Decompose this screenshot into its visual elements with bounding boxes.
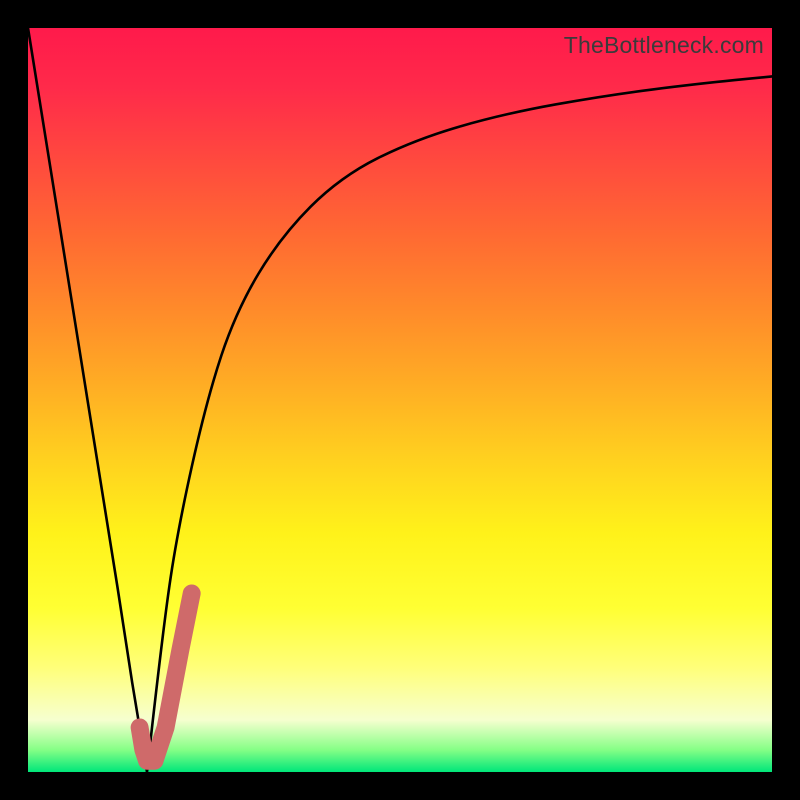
- curves-svg: [28, 28, 772, 772]
- chart-frame: TheBottleneck.com: [0, 0, 800, 800]
- plot-area: TheBottleneck.com: [28, 28, 772, 772]
- black-curve-path: [28, 28, 772, 772]
